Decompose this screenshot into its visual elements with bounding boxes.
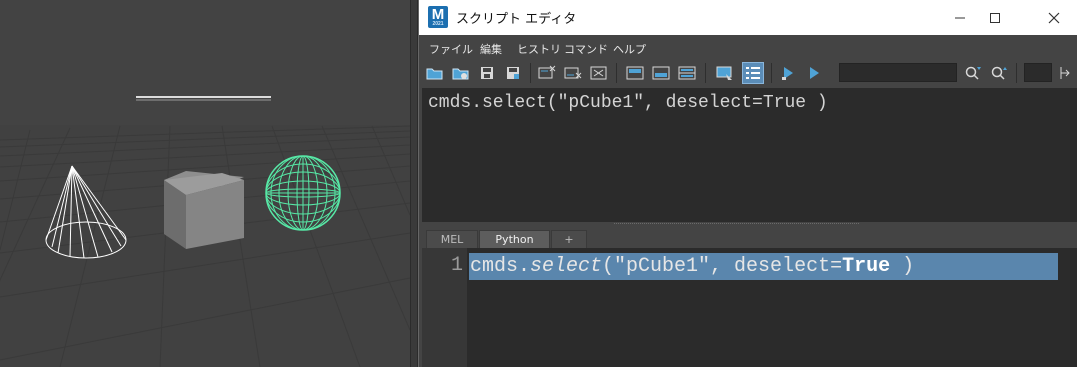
history-pane[interactable]: cmds.select("pCube1", deselect=True ) — [422, 88, 1077, 222]
code-suffix: ) — [890, 255, 915, 278]
window-title: スクリプト エディタ — [456, 12, 577, 27]
panel-divider[interactable] — [410, 0, 418, 367]
menu-edit[interactable]: 編集 — [480, 41, 502, 57]
line-number: 1 — [450, 254, 463, 277]
selected-code-line[interactable]: cmds.select("pCube1", deselect=True ) — [469, 253, 1061, 280]
show-history-only-button[interactable] — [624, 62, 646, 84]
line-number-input[interactable] — [1024, 63, 1052, 82]
input-pane[interactable]: 1 cmds.select("pCube1", deselect=True ) — [422, 248, 1077, 367]
clear-input-button[interactable] — [562, 62, 584, 84]
history-output: cmds.select("pCube1", deselect=True ) — [428, 93, 828, 113]
search-next-button[interactable] — [962, 62, 984, 84]
save-script-button[interactable] — [476, 62, 498, 84]
show-history-only-icon — [626, 66, 644, 80]
menu-file[interactable]: ファイル — [429, 41, 473, 57]
script-editor-window: M 2021 スクリプト エディタ ファイル 編集 ヒストリ コマンド ヘルプ — [418, 0, 1077, 367]
search-next-icon — [965, 66, 981, 80]
toolbar-separator — [616, 63, 617, 83]
expand-icon — [1060, 67, 1070, 79]
cube-object — [164, 171, 244, 249]
tab-mel[interactable]: MEL — [426, 230, 478, 248]
viewport-scene — [0, 0, 410, 367]
close-icon — [1048, 12, 1060, 23]
toolbar-separator — [530, 63, 531, 83]
clear-all-button[interactable] — [588, 62, 610, 84]
execute-all-button[interactable] — [803, 62, 825, 84]
splitter-grip — [614, 223, 859, 225]
line-number-gutter: 1 — [422, 248, 467, 367]
3d-viewport[interactable] — [0, 0, 410, 367]
sphere-wireframe — [265, 155, 341, 231]
menu-help[interactable]: ヘルプ — [613, 41, 646, 57]
tab-bar: MEL Python + — [419, 228, 1077, 248]
maximize-icon — [990, 12, 1000, 23]
code-keyword: True — [842, 255, 891, 278]
toolbar-separator — [771, 63, 772, 83]
save-to-shelf-button[interactable] — [502, 62, 524, 84]
clear-history-button[interactable] — [536, 62, 558, 84]
show-both-button[interactable] — [676, 62, 698, 84]
maximize-button[interactable] — [972, 0, 1018, 35]
clear-history-icon — [538, 65, 556, 79]
open-script-icon — [426, 68, 443, 80]
clear-all-icon — [590, 66, 607, 80]
maya-app-icon: M 2021 — [428, 6, 448, 28]
code-function: select — [530, 255, 603, 278]
menu-bar: ファイル 編集 ヒストリ コマンド ヘルプ — [419, 38, 1077, 58]
show-both-icon — [678, 66, 696, 80]
clear-input-icon — [564, 67, 582, 79]
add-tab-button[interactable]: + — [551, 230, 587, 248]
show-input-only-icon — [652, 66, 670, 80]
execute-all-icon — [810, 67, 819, 79]
source-script-icon — [452, 68, 469, 80]
close-button[interactable] — [1031, 0, 1077, 35]
search-previous-icon — [991, 66, 1007, 80]
show-line-numbers-icon — [746, 67, 760, 79]
source-script-button[interactable] — [450, 62, 472, 84]
save-to-shelf-icon — [507, 67, 519, 79]
echo-all-commands-button[interactable] — [714, 62, 736, 84]
execute-selected-icon — [782, 67, 793, 80]
toolbar-separator — [705, 63, 706, 83]
menu-command[interactable]: コマンド — [564, 41, 608, 57]
minimize-icon — [955, 17, 965, 18]
show-line-numbers-button[interactable] — [742, 62, 764, 84]
open-script-button[interactable] — [424, 62, 446, 84]
tab-python[interactable]: Python — [479, 230, 550, 248]
code-args: ("pCube1", deselect= — [602, 255, 843, 278]
code-prefix: cmds. — [470, 255, 531, 278]
search-input[interactable] — [839, 63, 957, 82]
search-previous-button[interactable] — [988, 62, 1010, 84]
title-bar[interactable]: M 2021 スクリプト エディタ — [419, 0, 1077, 35]
toolbar-separator — [1016, 63, 1017, 83]
vertical-scrollbar[interactable] — [1058, 248, 1077, 367]
echo-all-commands-icon — [716, 66, 732, 80]
show-input-only-button[interactable] — [650, 62, 672, 84]
toolbar — [419, 60, 1077, 86]
menu-history[interactable]: ヒストリ — [517, 41, 561, 57]
expand-toolbar-button[interactable] — [1056, 62, 1074, 84]
save-script-icon — [481, 67, 493, 79]
execute-selected-button[interactable] — [777, 62, 799, 84]
